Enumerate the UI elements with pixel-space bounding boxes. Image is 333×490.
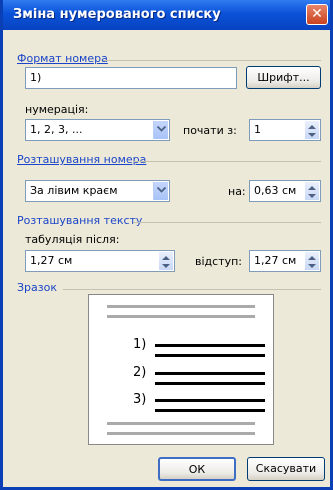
dialog-window: Зміна нумерованого списку ✕ Формат номер… [0, 0, 333, 490]
alignment-select[interactable]: За лівим краєм [25, 180, 170, 202]
indent-spinner[interactable]: 1,27 см [249, 250, 321, 272]
start-at-value: 1 [254, 123, 261, 136]
start-at-label: почати з: [183, 124, 237, 137]
preview-number: 3) [133, 392, 147, 407]
tab-after-spinner[interactable]: 1,27 см [25, 250, 175, 272]
start-at-spinner[interactable]: 1 [249, 119, 321, 141]
preview-gray-line [107, 422, 255, 425]
preview-text-line [155, 354, 265, 357]
number-position-group-label: Розташування номера [17, 153, 147, 166]
preview-number: 2) [133, 365, 147, 380]
cancel-button[interactable]: Скасувати [247, 457, 325, 481]
spin-arrows-icon[interactable] [305, 121, 319, 139]
format-group-label: Формат номера [17, 52, 108, 65]
indent-value: 1,27 см [254, 254, 297, 267]
close-button[interactable]: ✕ [306, 4, 328, 25]
preview-text-line [155, 344, 265, 347]
text-position-divider [133, 222, 321, 223]
preview-text-line [155, 409, 265, 412]
text-position-group-label: Розташування тексту [17, 214, 143, 227]
preview-text-line [155, 382, 265, 385]
preview-gray-line [107, 305, 255, 308]
numbering-label: нумерація: [25, 103, 89, 116]
chevron-down-icon[interactable] [153, 121, 168, 139]
number-position-divider [133, 161, 321, 162]
sample-divider [63, 289, 321, 290]
number-at-value: 0,63 см [254, 184, 297, 197]
spin-arrows-icon[interactable] [305, 182, 319, 200]
spin-arrows-icon[interactable] [305, 252, 319, 270]
preview-text-line [155, 372, 265, 375]
title-bar[interactable]: Зміна нумерованого списку [3, 0, 330, 30]
chevron-down-icon[interactable] [153, 182, 168, 200]
spin-arrows-icon[interactable] [159, 252, 173, 270]
preview-number: 1) [133, 337, 147, 352]
preview-gray-line [107, 432, 255, 435]
format-group-divider [103, 60, 321, 61]
dialog-title: Зміна нумерованого списку [13, 7, 221, 22]
number-at-spinner[interactable]: 0,63 см [249, 180, 321, 202]
numbering-style-select[interactable]: 1, 2, 3, ... [25, 119, 170, 141]
sample-preview: 1) 2) 3) [88, 294, 274, 445]
tab-after-value: 1,27 см [30, 254, 73, 267]
alignment-value: За лівим краєм [30, 184, 118, 197]
at-label: на: [228, 185, 246, 198]
indent-label: відступ: [195, 255, 243, 268]
numbering-style-value: 1, 2, 3, ... [30, 123, 83, 136]
font-button[interactable]: Шрифт... [246, 66, 321, 89]
preview-gray-line [107, 315, 255, 318]
preview-text-line [155, 399, 265, 402]
tab-after-label: табуляція після: [25, 233, 120, 246]
number-format-input[interactable]: 1) [25, 67, 237, 89]
ok-button[interactable]: ОК [158, 457, 236, 481]
sample-group-label: Зразок [17, 281, 57, 294]
